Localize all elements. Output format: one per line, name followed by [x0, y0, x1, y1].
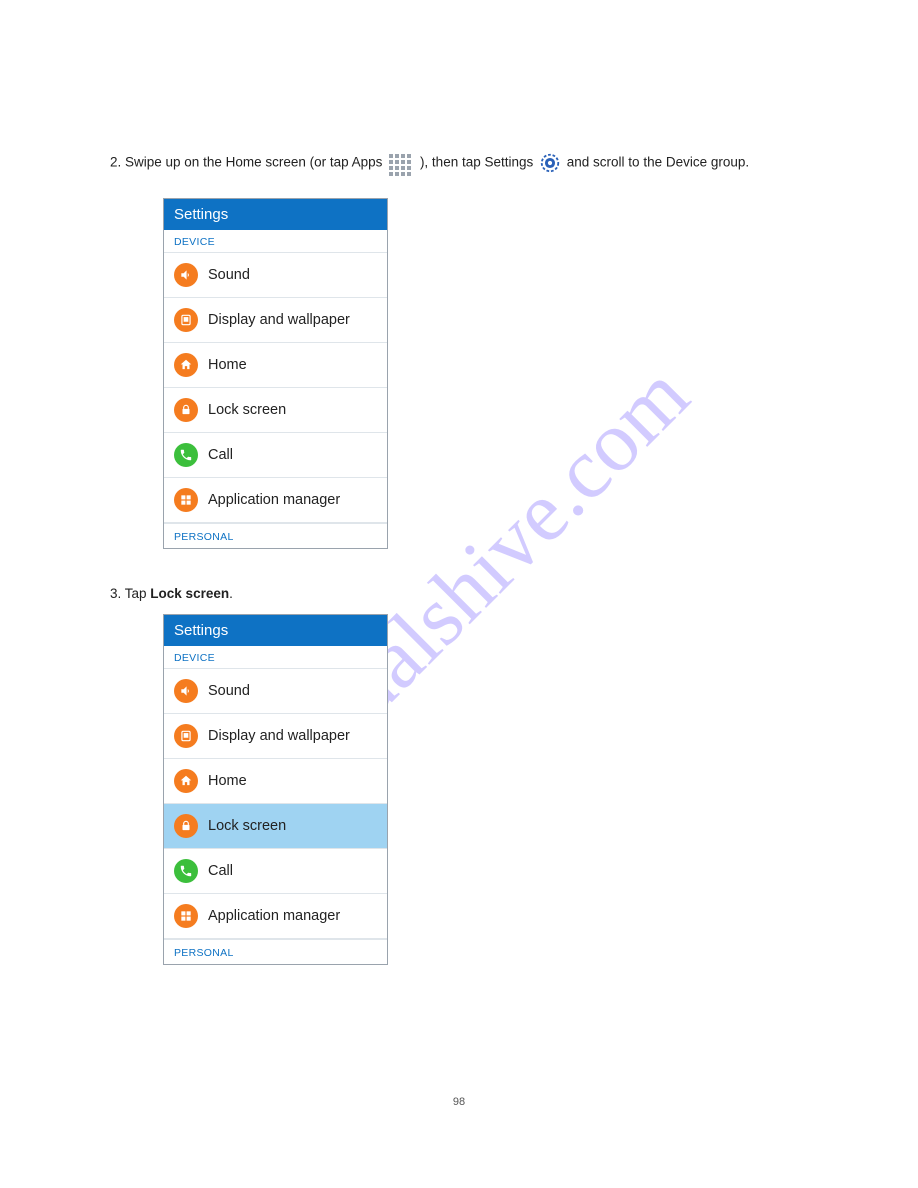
apps-grid-icon — [388, 153, 414, 173]
page-number: 98 — [0, 1096, 918, 1108]
home-icon — [174, 769, 198, 793]
section-personal: PERSONAL — [164, 523, 387, 548]
step-3-prefix: 3. Tap — [110, 586, 150, 601]
apps-icon — [174, 488, 198, 512]
item-display[interactable]: Display and wallpaper — [164, 298, 387, 343]
item-lock-screen-selected[interactable]: Lock screen — [164, 804, 387, 849]
item-lock-screen[interactable]: Lock screen — [164, 388, 387, 433]
section-device: DEVICE — [164, 646, 387, 669]
item-label: Application manager — [208, 492, 340, 508]
step-2-text: 2. Swipe up on the Home screen (or tap A… — [110, 152, 750, 174]
item-home[interactable]: Home — [164, 759, 387, 804]
item-app-manager[interactable]: Application manager — [164, 478, 387, 523]
item-app-manager[interactable]: Application manager — [164, 894, 387, 939]
step-3-bold: Lock screen — [150, 586, 229, 601]
step-2-mid: ), then tap Settings — [420, 155, 537, 170]
section-personal: PERSONAL — [164, 939, 387, 964]
item-label: Sound — [208, 267, 250, 283]
item-label: Call — [208, 863, 233, 879]
apps-icon — [174, 904, 198, 928]
home-icon — [174, 353, 198, 377]
display-icon — [174, 724, 198, 748]
item-label: Lock screen — [208, 818, 286, 834]
step-3-suffix: . — [229, 586, 233, 601]
display-icon — [174, 308, 198, 332]
item-label: Display and wallpaper — [208, 312, 350, 328]
item-label: Home — [208, 773, 247, 789]
lock-icon — [174, 814, 198, 838]
item-sound[interactable]: Sound — [164, 253, 387, 298]
phone-icon — [174, 443, 198, 467]
settings-panel-2: Settings DEVICE Sound Display and wallpa… — [163, 614, 388, 965]
step-2-prefix: 2. Swipe up on the Home screen (or tap A… — [110, 155, 386, 170]
item-home[interactable]: Home — [164, 343, 387, 388]
phone-icon — [174, 859, 198, 883]
section-device: DEVICE — [164, 230, 387, 253]
sound-icon — [174, 263, 198, 287]
step-3-text: 3. Tap Lock screen. — [110, 585, 750, 604]
step-2-suffix: and scroll to the Device group. — [567, 155, 749, 170]
item-label: Call — [208, 447, 233, 463]
item-label: Sound — [208, 683, 250, 699]
item-label: Lock screen — [208, 402, 286, 418]
panel-title: Settings — [164, 615, 387, 646]
settings-panel-1: Settings DEVICE Sound Display and wallpa… — [163, 198, 388, 549]
item-label: Home — [208, 357, 247, 373]
item-call[interactable]: Call — [164, 849, 387, 894]
gear-icon — [539, 152, 561, 174]
item-display[interactable]: Display and wallpaper — [164, 714, 387, 759]
item-call[interactable]: Call — [164, 433, 387, 478]
panel-title: Settings — [164, 199, 387, 230]
sound-icon — [174, 679, 198, 703]
item-label: Display and wallpaper — [208, 728, 350, 744]
lock-icon — [174, 398, 198, 422]
item-sound[interactable]: Sound — [164, 669, 387, 714]
item-label: Application manager — [208, 908, 340, 924]
